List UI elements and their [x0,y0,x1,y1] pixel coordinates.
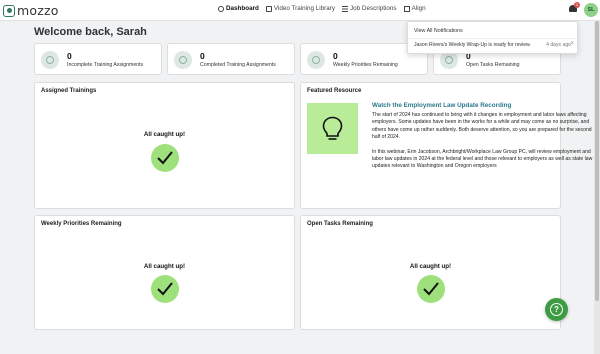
stat-label: Incomplete Training Assignments [67,62,144,68]
weekly-priorities-icon [307,51,325,69]
notification-item[interactable]: Jason Rivera's Weekly Wrap-Up is ready f… [414,42,531,48]
resource-paragraph: In this webinar, Erin Jacobson, Archbrig… [372,148,593,170]
top-navigation-bar: mozzo Dashboard Video Training Library J… [0,0,600,21]
panel-title: Assigned Trainings [41,88,97,94]
status-text: All caught up! [409,263,452,270]
page-title: Welcome back, Sarah [34,26,147,38]
featured-resource-panel: Featured Resource Watch the Employment L… [300,82,592,209]
stat-completed-training[interactable]: 0 Completed Training Assignments [167,43,295,75]
notifications-bell-icon[interactable]: 1 [569,2,580,13]
assigned-trainings-panel: Assigned Trainings All caught up! [34,82,295,209]
resource-paragraph: The start of 2024 has continued to bring… [372,112,592,141]
nav-video-training-library-label: Video Training Library [273,5,336,12]
document-icon [403,5,410,12]
grid-icon [342,5,349,12]
notification-time: 4 days ago [546,42,571,48]
logo-text: mozzo [17,3,59,18]
logo-icon [3,4,15,17]
status-text: All caught up! [143,131,186,138]
checkmark-icon [151,144,179,172]
nav-dashboard-label: Dashboard [226,5,259,12]
view-all-notifications-link[interactable]: View All Notifications [414,28,463,34]
question-icon: ? [550,303,563,316]
checkmark-icon [151,275,179,303]
panel-title: Featured Resource [307,88,362,94]
open-tasks-panel: Open Tasks Remaining All caught up! [300,215,561,330]
stat-label: Open Tasks Remaining [466,62,520,68]
panel-title: Weekly Priorities Remaining [41,221,122,227]
scrollbar-thumb[interactable] [595,21,599,301]
clock-icon [218,5,224,12]
resource-thumbnail[interactable] [307,103,358,154]
play-icon [265,5,272,12]
stat-label: Weekly Priorities Remaining [333,62,398,68]
checkmark-icon [417,275,445,303]
nav-dashboard[interactable]: Dashboard [218,5,259,12]
lightbulb-icon [322,116,343,140]
nav-align[interactable]: Align [403,5,426,12]
notification-count-badge: 1 [574,2,580,8]
incomplete-training-icon [41,51,59,69]
stat-incomplete-training[interactable]: 0 Incomplete Training Assignments [34,43,162,75]
help-button[interactable]: ? [545,298,568,321]
scrollbar[interactable] [594,21,600,354]
stat-value: 0 [67,51,72,61]
app-logo[interactable]: mozzo [3,3,59,18]
stat-value: 0 [200,51,205,61]
user-avatar[interactable]: SL [584,3,598,17]
main-nav: Dashboard Video Training Library Job Des… [218,5,426,12]
stat-value: 0 [333,51,338,61]
divider [408,38,577,39]
stat-label: Completed Training Assignments [200,62,276,68]
weekly-priorities-panel: Weekly Priorities Remaining All caught u… [34,215,295,330]
status-text: All caught up! [143,263,186,270]
nav-align-label: Align [411,5,426,12]
panel-title: Open Tasks Remaining [307,221,373,227]
dismiss-icon[interactable]: ✕ [571,40,574,45]
nav-job-descriptions[interactable]: Job Descriptions [342,5,397,12]
resource-description: The start of 2024 has continued to bring… [372,112,594,171]
completed-training-icon [174,51,192,69]
resource-title-link[interactable]: Watch the Employment Law Update Recordin… [372,102,511,109]
nav-job-descriptions-label: Job Descriptions [350,5,397,12]
nav-video-training-library[interactable]: Video Training Library [265,5,336,12]
notifications-dropdown: View All Notifications Jason Rivera's We… [407,21,578,54]
